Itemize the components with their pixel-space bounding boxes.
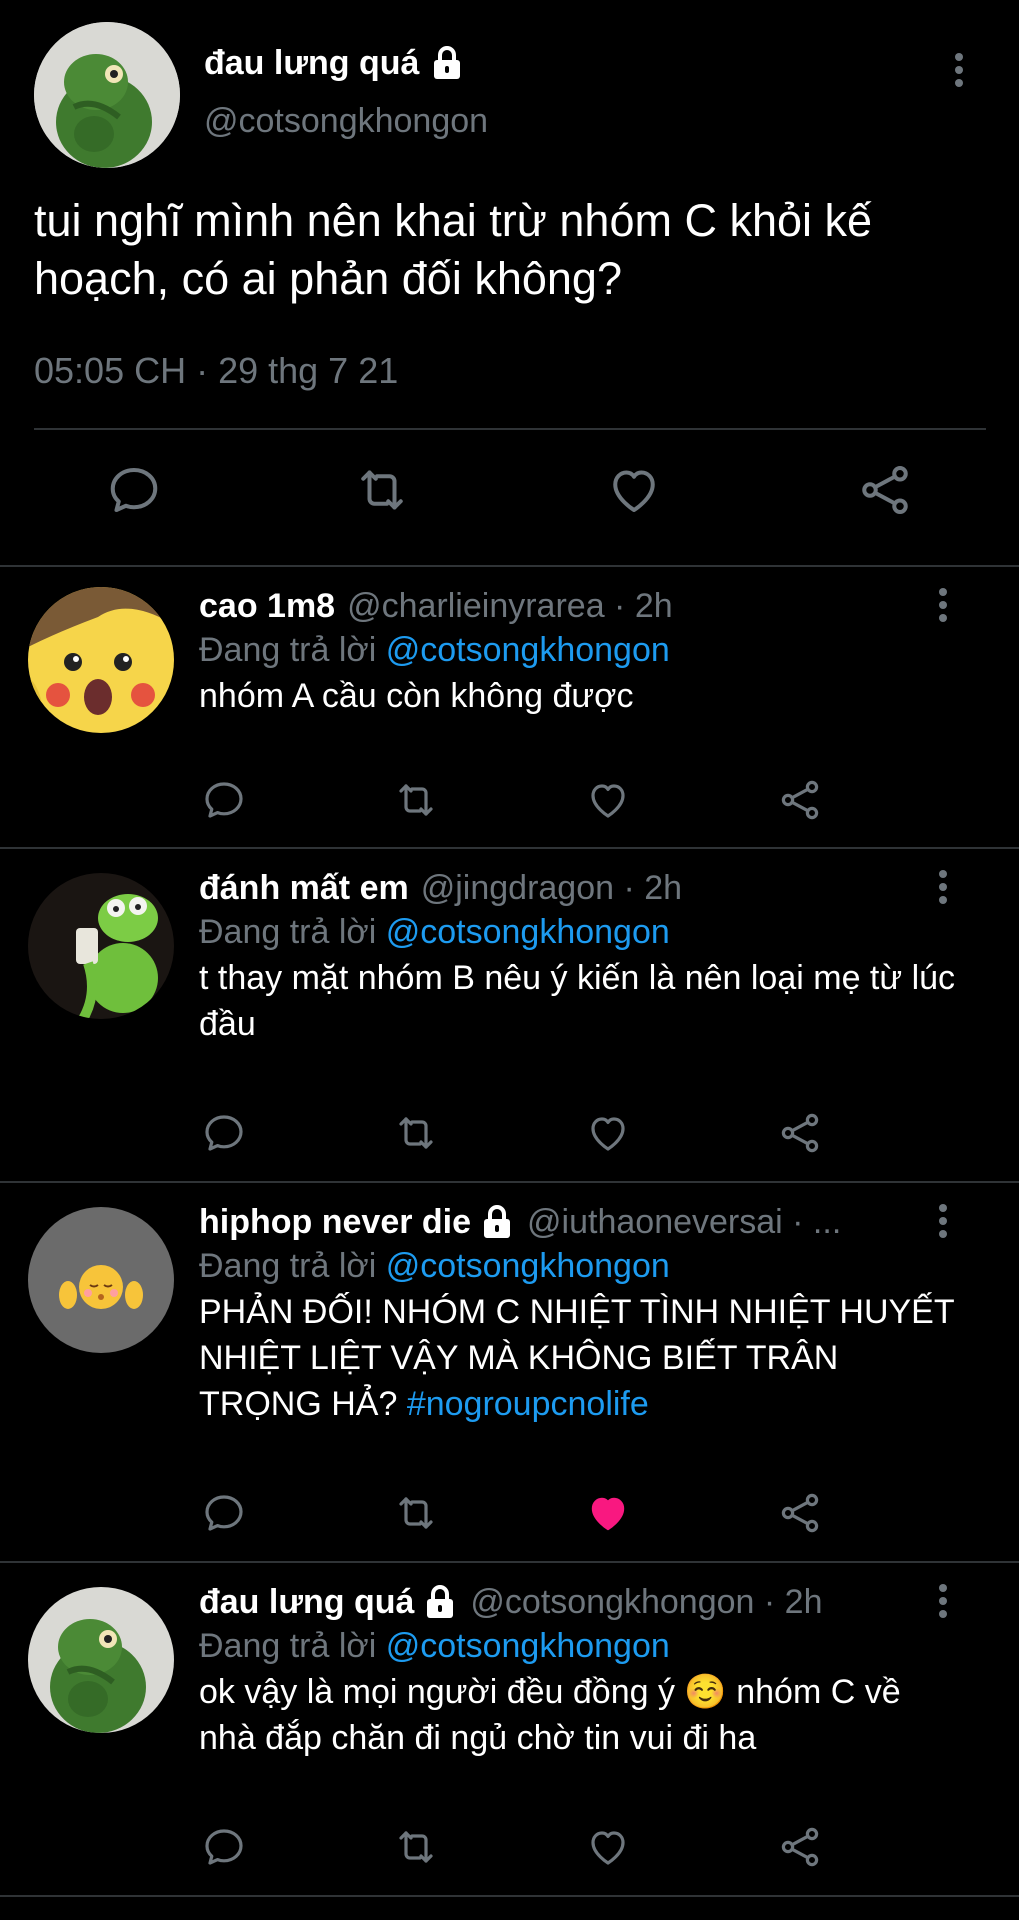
heart-icon[interactable]: [604, 460, 664, 520]
handle[interactable]: @cotsongkhongon: [470, 1583, 754, 1622]
replying-to: Đang trả lời @cotsongkhongon: [199, 1247, 670, 1286]
main-handle[interactable]: @cotsongkhongon: [204, 102, 488, 141]
reply-text: t thay mặt nhóm B nêu ý kiến là nên loại…: [199, 959, 956, 1043]
lock-icon: [424, 1585, 456, 1619]
replying-to: Đang trả lời @cotsongkhongon: [199, 631, 670, 670]
reply-tweet[interactable]: đau lưng quá @cotsongkhongon · 2h Đang t…: [0, 1563, 1019, 1895]
handle[interactable]: @jingdragon: [421, 869, 614, 908]
mention-link[interactable]: @cotsongkhongon: [386, 1247, 670, 1285]
avatar[interactable]: [28, 1587, 174, 1733]
display-name[interactable]: hiphop never die: [199, 1203, 471, 1242]
heart-filled-icon[interactable]: [584, 1489, 632, 1537]
avatar[interactable]: [28, 1207, 174, 1353]
timestamp[interactable]: 2h: [635, 587, 673, 626]
heart-icon[interactable]: [584, 1109, 632, 1157]
reply-tweet[interactable]: đánh mất em @jingdragon · 2h Đang trả lờ…: [0, 849, 1019, 1181]
separator-dot: ·: [604, 586, 635, 625]
timestamp[interactable]: 2h: [785, 1583, 823, 1622]
retweet-icon[interactable]: [392, 1109, 440, 1157]
main-display-name[interactable]: đau lưng quá: [204, 44, 419, 83]
timestamp[interactable]: 2h: [644, 869, 682, 908]
handle[interactable]: @iuthaoneversai · ...: [527, 1203, 841, 1242]
retweet-icon[interactable]: [392, 776, 440, 824]
reply-header: đánh mất em @jingdragon · 2h: [199, 863, 899, 913]
retweet-icon[interactable]: [392, 1489, 440, 1537]
divider: [34, 428, 986, 430]
share-icon[interactable]: [776, 776, 824, 824]
share-icon[interactable]: [855, 460, 915, 520]
reply-text: PHẢN ĐỐI! NHÓM C NHIỆT TÌNH NHIỆT HUYẾT …: [199, 1289, 959, 1427]
reply-text: ok vậy là mọi người đều đồng ý ☺️ nhóm C…: [199, 1673, 901, 1757]
display-name[interactable]: đánh mất em: [199, 869, 409, 908]
hashtag-link[interactable]: #nogroupcnolife: [407, 1385, 649, 1423]
share-icon[interactable]: [776, 1109, 824, 1157]
vertical-dots-icon[interactable]: [928, 867, 958, 907]
separator-dot: ·: [614, 868, 645, 907]
main-action-bar: [0, 460, 1019, 530]
main-timestamp[interactable]: 05:05 CH · 29 thg 7 21: [34, 350, 398, 392]
lock-icon: [431, 46, 463, 80]
replying-prefix: Đang trả lời: [199, 1247, 377, 1285]
main-tweet: đau lưng quá @cotsongkhongon tui nghĩ mì…: [0, 0, 1019, 565]
main-avatar[interactable]: [34, 22, 180, 168]
avatar[interactable]: [28, 873, 174, 1019]
replying-prefix: Đang trả lời: [199, 1627, 377, 1665]
main-name-row: đau lưng quá: [204, 38, 463, 88]
share-icon[interactable]: [776, 1489, 824, 1537]
vertical-dots-icon[interactable]: [928, 1581, 958, 1621]
speech-bubble-icon[interactable]: [200, 1109, 248, 1157]
speech-bubble-icon[interactable]: [200, 1823, 248, 1871]
avatar[interactable]: [28, 587, 174, 733]
replying-prefix: Đang trả lời: [199, 913, 377, 951]
display-name[interactable]: đau lưng quá: [199, 1583, 414, 1622]
reply-header: cao 1m8 @charlieinyrarea · 2h: [199, 581, 899, 631]
main-tweet-text: tui nghĩ mình nên khai trừ nhóm C khỏi k…: [34, 195, 873, 304]
reply-tweet[interactable]: hiphop never die @iuthaoneversai · ... Đ…: [0, 1183, 1019, 1561]
vertical-dots-icon[interactable]: [928, 1201, 958, 1241]
retweet-icon[interactable]: [392, 1823, 440, 1871]
reply-header: hiphop never die @iuthaoneversai · ...: [199, 1197, 899, 1247]
mention-link[interactable]: @cotsongkhongon: [386, 631, 670, 669]
reply-header: đau lưng quá @cotsongkhongon · 2h: [199, 1577, 899, 1627]
share-icon[interactable]: [776, 1823, 824, 1871]
heart-icon[interactable]: [584, 776, 632, 824]
display-name[interactable]: cao 1m8: [199, 587, 335, 626]
replying-to: Đang trả lời @cotsongkhongon: [199, 1627, 670, 1666]
speech-bubble-icon[interactable]: [200, 776, 248, 824]
handle[interactable]: @charlieinyrarea: [347, 587, 605, 626]
separator-dot: ·: [754, 1582, 785, 1621]
vertical-dots-icon[interactable]: [944, 50, 974, 90]
replying-prefix: Đang trả lời: [199, 631, 377, 669]
retweet-icon[interactable]: [352, 460, 412, 520]
reply-text: nhóm A cầu còn không được: [199, 677, 634, 715]
speech-bubble-icon[interactable]: [200, 1489, 248, 1537]
speech-bubble-icon[interactable]: [104, 460, 164, 520]
lock-icon: [481, 1205, 513, 1239]
mention-link[interactable]: @cotsongkhongon: [386, 1627, 670, 1665]
reply-tweet[interactable]: cao 1m8 @charlieinyrarea · 2h Đang trả l…: [0, 567, 1019, 847]
heart-icon[interactable]: [584, 1823, 632, 1871]
divider: [0, 1895, 1019, 1897]
replying-to: Đang trả lời @cotsongkhongon: [199, 913, 670, 952]
mention-link[interactable]: @cotsongkhongon: [386, 913, 670, 951]
vertical-dots-icon[interactable]: [928, 585, 958, 625]
